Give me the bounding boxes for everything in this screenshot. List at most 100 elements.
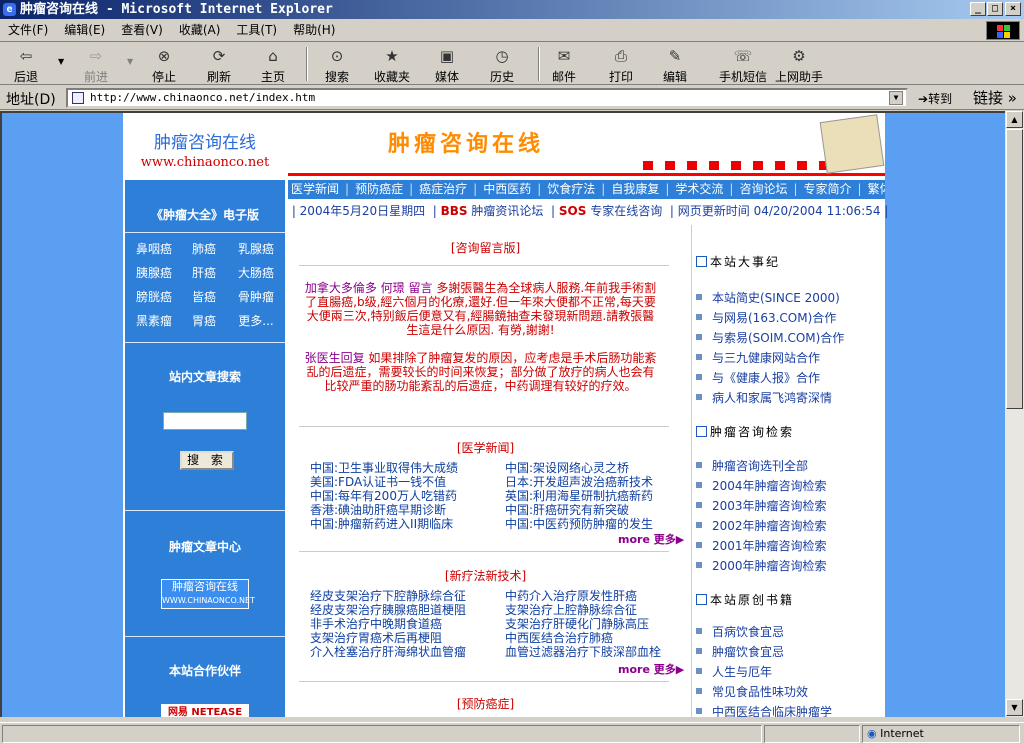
event-label: 本站简史(SINCE 2000) [712,291,840,305]
menu-help[interactable]: 帮助(H) [285,19,343,41]
netease-logo[interactable]: 网易 NETEASE [161,704,249,717]
refresh-button[interactable]: ⟳ 刷新 [207,46,231,85]
minimize-button[interactable]: _ [970,2,986,16]
article-center-logo[interactable]: 肿瘤咨询在线 WWW.CHINAONCO.NET [161,579,255,609]
news-more-link[interactable]: more 更多▶ [618,531,684,547]
mail-button[interactable]: ✉ 邮件 [552,46,576,85]
prevent-title[interactable]: [预防癌症] [293,695,678,712]
book-link[interactable]: 中西医结合临床肿瘤学 [696,703,832,717]
bbs-tag: BBS [440,204,468,218]
banner-decoration [643,161,653,170]
vertical-scrollbar[interactable]: ▲ ▼ [1005,111,1024,717]
links-button[interactable]: 链接 » [973,87,1017,108]
therapy-title[interactable]: [新疗法新技术] [293,567,678,584]
media-button[interactable]: ▣ 媒体 [435,46,459,85]
encyclopedia-link[interactable]: 《肿瘤大全》电子版 [125,206,285,223]
favorites-button[interactable]: ★ 收藏夹 [374,46,410,85]
scroll-up-icon[interactable]: ▲ [1006,111,1023,128]
event-link[interactable]: 与索易(SOIM.COM)合作 [696,329,844,346]
event-link[interactable]: 与《健康人报》合作 [696,369,820,386]
nav-traditional[interactable]: 繁体字版 [865,180,885,199]
bbs-link[interactable]: 肿瘤资讯论坛 [471,204,543,218]
question-author[interactable]: 加拿大多倫多 何璟 留言 [305,281,433,295]
edit-button[interactable]: ✎ 编辑 [663,46,687,85]
therapy-more-link[interactable]: more 更多▶ [618,661,684,677]
forward-dropdown-icon[interactable]: ▼ [127,57,133,66]
nav-experts[interactable]: 专家简介 [801,180,855,199]
article-center-title[interactable]: 肿瘤文章中心 [125,538,285,555]
search-button[interactable]: ⊙ 搜索 [325,46,349,85]
nav-diet[interactable]: 饮食疗法 [544,180,598,199]
event-link[interactable]: 与三九健康网站合作 [696,349,820,366]
search-link[interactable]: 肿瘤咨询选刊全部 [696,457,808,474]
section-box-icon [696,594,707,605]
cat-bone[interactable]: 骨肿瘤 [231,288,281,305]
helper-button[interactable]: ⚙ 上网助手 [775,46,823,85]
menu-favorites[interactable]: 收藏(A) [171,19,229,41]
nav-tcm[interactable]: 中西医药 [480,180,534,199]
site-search-button[interactable]: 搜 索 [180,451,234,470]
menu-file[interactable]: 文件(F) [0,19,56,41]
divider [299,265,669,266]
news-link[interactable]: 中国:肿瘤新药进入II期临床 [310,515,453,532]
news-link[interactable]: 中国:中医药预防肿瘤的发生 [505,515,653,532]
back-dropdown-icon[interactable]: ▼ [58,57,64,66]
event-link[interactable]: 本站简史(SINCE 2000) [696,289,840,306]
book-link[interactable]: 肿瘤饮食宜忌 [696,643,784,660]
consult-title[interactable]: [咨询留言版] [293,239,678,256]
cat-kidney[interactable]: 皆癌 [179,288,229,305]
search-link[interactable]: 2001年肿瘤咨询检索 [696,537,827,554]
nav-recovery[interactable]: 自我康复 [608,180,662,199]
event-label: 与网易(163.COM)合作 [712,311,837,325]
search-link[interactable]: 2004年肿瘤咨询检索 [696,477,827,494]
book-link[interactable]: 常见食品性味功效 [696,683,808,700]
cat-lung[interactable]: 肺癌 [179,240,229,257]
banner-decoration [731,161,741,170]
address-dropdown-icon[interactable]: ▼ [889,91,903,105]
back-button[interactable]: ⇦ 后退 [14,46,38,85]
print-button[interactable]: ⎙ 打印 [609,46,633,85]
therapy-link[interactable]: 介入栓塞治疗肝海绵状血管瘤 [310,643,466,660]
search-link[interactable]: 2003年肿瘤咨询检索 [696,497,827,514]
event-link[interactable]: 与网易(163.COM)合作 [696,309,836,326]
scroll-down-icon[interactable]: ▼ [1006,699,1023,716]
stop-button[interactable]: ⊗ 停止 [152,46,176,85]
event-link[interactable]: 病人和家属飞鸿寄深情 [696,389,832,406]
therapy-link[interactable]: 血管过滤器治疗下肢深部血栓 [505,643,661,660]
menu-edit[interactable]: 编辑(E) [56,19,113,41]
maximize-button[interactable]: □ [987,2,1003,16]
cat-breast[interactable]: 乳腺癌 [231,240,281,257]
search-link-label: 2001年肿瘤咨询检索 [712,539,827,553]
cat-colorectal[interactable]: 大肠癌 [231,264,281,281]
cat-liver[interactable]: 肝癌 [179,264,229,281]
cat-pancreas[interactable]: 胰腺癌 [129,264,179,281]
go-button[interactable]: ➔转到 [918,90,952,107]
cat-nasopharyngeal[interactable]: 鼻咽癌 [129,240,179,257]
sms-button[interactable]: ☏ 手机短信 [719,46,767,85]
search-link[interactable]: 2000年肿瘤咨询检索 [696,557,827,574]
menu-tools[interactable]: 工具(T) [228,19,285,41]
book-link[interactable]: 人生与厄年 [696,663,772,680]
nav-academic[interactable]: 学术交流 [672,180,726,199]
cat-bladder[interactable]: 膀胱癌 [129,288,179,305]
news-title[interactable]: [医学新闻] [293,439,678,456]
cat-more[interactable]: 更多... [231,312,281,329]
site-logo[interactable]: 肿瘤咨询在线 www.chinaonco.net [125,116,285,176]
scroll-thumb[interactable] [1006,129,1023,409]
home-button[interactable]: ⌂ 主页 [261,46,285,85]
history-button[interactable]: ◷ 历史 [490,46,514,85]
address-input[interactable]: http://www.chinaonco.net/index.htm ▼ [66,88,908,108]
cat-melanoma[interactable]: 黑素瘤 [129,312,179,329]
search-link[interactable]: 2002年肿瘤咨询检索 [696,517,827,534]
close-button[interactable]: × [1005,2,1021,16]
nav-medical-news[interactable]: 医学新闻 [288,180,342,199]
site-search-input[interactable] [163,412,247,430]
nav-prevent-cancer[interactable]: 预防癌症 [352,180,406,199]
nav-treatment[interactable]: 癌症治疗 [416,180,470,199]
sos-link[interactable]: 专家在线咨询 [590,204,662,218]
cat-stomach[interactable]: 胃癌 [179,312,229,329]
menu-view[interactable]: 查看(V) [113,19,171,41]
book-link[interactable]: 百病饮食宜忌 [696,623,784,640]
nav-forum[interactable]: 咨询论坛 [736,180,790,199]
forward-button[interactable]: ⇨ 前进 [84,46,108,85]
